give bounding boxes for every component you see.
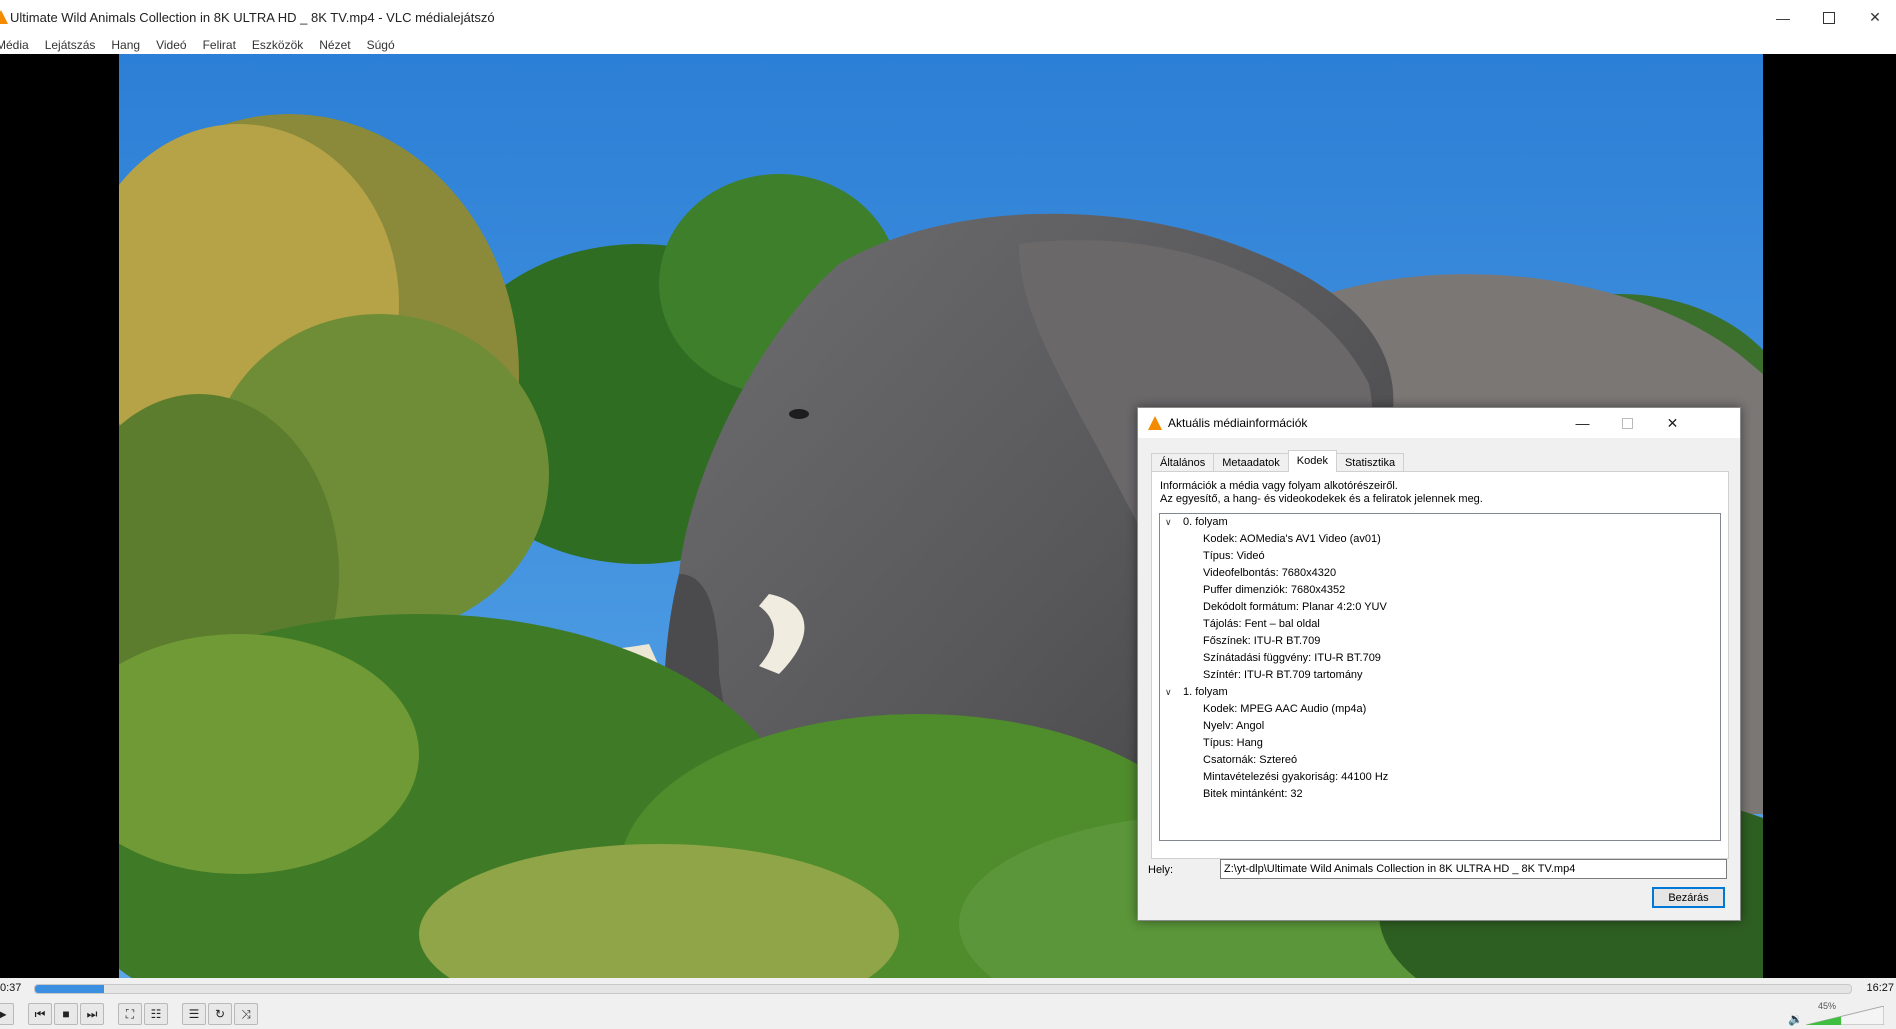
seek-progress-fill	[35, 985, 104, 993]
maximize-icon	[1622, 417, 1633, 429]
menu-playback[interactable]: Lejátszás	[37, 38, 104, 52]
tab-statistics[interactable]: Statisztika	[1335, 453, 1405, 472]
seekbar-row: 0:37 16:27	[0, 978, 1896, 998]
dialog-minimize-button[interactable]: —	[1560, 408, 1605, 438]
tree-item[interactable]: Dekódolt formátum: Planar 4:2:0 YUV	[1160, 599, 1720, 616]
playlist-icon: ☰	[188, 1007, 200, 1021]
tree-item[interactable]: Színátadási függvény: ITU-R BT.709	[1160, 650, 1720, 667]
extended-settings-icon: ☷	[150, 1007, 162, 1021]
menu-help[interactable]: Súgó	[359, 38, 403, 52]
menu-video[interactable]: Videó	[148, 38, 194, 52]
tree-item[interactable]: Színtér: ITU-R BT.709 tartomány	[1160, 667, 1720, 684]
tree-item[interactable]: Típus: Hang	[1160, 735, 1720, 752]
tab-metadata[interactable]: Metaadatok	[1213, 453, 1289, 472]
tab-general[interactable]: Általános	[1151, 453, 1215, 472]
control-bar: ▶ ⏮ ■ ⏭ ⛶ ☷ ☰ ↻ ⤨ 🔉 45%	[0, 998, 1896, 1029]
window-titlebar: Ultimate Wild Animals Collection in 8K U…	[0, 0, 1896, 35]
tree-item[interactable]: Puffer dimenziók: 7680x4352	[1160, 582, 1720, 599]
menu-bar: Média Lejátszás Hang Videó Felirat Eszkö…	[0, 35, 1896, 54]
tree-item[interactable]: Csatornák: Sztereó	[1160, 752, 1720, 769]
stream-0-label: 0. folyam	[1183, 516, 1228, 528]
location-field[interactable]	[1220, 859, 1727, 879]
shuffle-button[interactable]: ⤨	[234, 1003, 258, 1025]
tab-codec[interactable]: Kodek	[1287, 450, 1337, 472]
dialog-title: Aktuális médiainformációk	[1168, 416, 1308, 430]
volume-icon[interactable]: 🔉	[1788, 1012, 1803, 1026]
elapsed-time: 0:37	[0, 982, 22, 994]
maximize-icon	[1823, 11, 1835, 24]
stream-1-header[interactable]: ∨ 1. folyam	[1160, 684, 1720, 701]
dialog-titlebar: Aktuális médiainformációk — ✕	[1138, 408, 1740, 438]
previous-icon: ⏮	[34, 1006, 46, 1021]
fullscreen-icon: ⛶	[125, 1006, 135, 1021]
chevron-down-icon[interactable]: ∨	[1165, 514, 1172, 531]
vlc-logo-icon	[0, 10, 8, 24]
fullscreen-button[interactable]: ⛶	[118, 1003, 142, 1025]
extended-settings-button[interactable]: ☷	[144, 1003, 168, 1025]
stream-1-label: 1. folyam	[1183, 686, 1228, 698]
menu-media[interactable]: Média	[0, 38, 37, 52]
close-icon: ✕	[1666, 414, 1679, 431]
tree-item[interactable]: Típus: Videó	[1160, 548, 1720, 565]
menu-tools[interactable]: Eszközök	[244, 38, 311, 52]
next-button[interactable]: ⏭	[80, 1003, 104, 1025]
menu-subtitle[interactable]: Felirat	[195, 38, 244, 52]
close-button[interactable]: Bezárás	[1652, 887, 1725, 908]
minimize-icon: —	[1776, 9, 1790, 26]
loop-button[interactable]: ↻	[208, 1003, 232, 1025]
close-icon: ✕	[1869, 9, 1881, 25]
dialog-tabs: Általános Metaadatok Kodek Statisztika	[1151, 450, 1405, 472]
close-window-button[interactable]: ✕	[1852, 0, 1896, 35]
play-icon: ▶	[0, 1007, 7, 1021]
location-label: Hely:	[1148, 864, 1174, 876]
tree-item[interactable]: Mintavételezési gyakoriság: 44100 Hz	[1160, 769, 1720, 786]
stop-icon: ■	[62, 1007, 70, 1021]
stream-0-header[interactable]: ∨ 0. folyam	[1160, 514, 1720, 531]
menu-view[interactable]: Nézet	[311, 38, 358, 52]
tree-item[interactable]: Tájolás: Fent – bal oldal	[1160, 616, 1720, 633]
shuffle-icon: ⤨	[241, 1006, 251, 1021]
description-line-2: Az egyesítő, a hang- és videokodekek és …	[1160, 493, 1483, 505]
seek-slider[interactable]	[34, 984, 1852, 994]
tree-item[interactable]: Nyelv: Angol	[1160, 718, 1720, 735]
window-title: Ultimate Wild Animals Collection in 8K U…	[10, 10, 495, 25]
tree-item[interactable]: Kodek: AOMedia's AV1 Video (av01)	[1160, 531, 1720, 548]
tree-item[interactable]: Kodek: MPEG AAC Audio (mp4a)	[1160, 701, 1720, 718]
codec-tab-panel: Információk a média vagy folyam alkotóré…	[1151, 471, 1729, 859]
minimize-button[interactable]: —	[1760, 0, 1806, 35]
volume-slider[interactable]	[1806, 1006, 1884, 1025]
vlc-logo-icon	[1148, 416, 1162, 430]
tree-item[interactable]: Főszínek: ITU-R BT.709	[1160, 633, 1720, 650]
menu-audio[interactable]: Hang	[103, 38, 148, 52]
stop-button[interactable]: ■	[54, 1003, 78, 1025]
play-button[interactable]: ▶	[0, 1003, 14, 1025]
minimize-icon: —	[1575, 415, 1590, 431]
next-icon: ⏭	[86, 1006, 98, 1021]
media-info-dialog: Aktuális médiainformációk — ✕ Általános …	[1137, 407, 1741, 921]
tree-item[interactable]: Videofelbontás: 7680x4320	[1160, 565, 1720, 582]
dialog-maximize-button[interactable]	[1605, 408, 1650, 438]
loop-icon: ↻	[214, 1007, 226, 1021]
codec-tree[interactable]: ∨ 0. folyam Kodek: AOMedia's AV1 Video (…	[1159, 513, 1721, 841]
tree-item[interactable]: Bitek mintánként: 32	[1160, 786, 1720, 803]
dialog-close-button[interactable]: ✕	[1650, 408, 1695, 438]
description-line-1: Információk a média vagy folyam alkotóré…	[1160, 480, 1398, 492]
total-time: 16:27	[1866, 982, 1894, 994]
previous-button[interactable]: ⏮	[28, 1003, 52, 1025]
codec-description: Információk a média vagy folyam alkotóré…	[1160, 480, 1483, 506]
chevron-down-icon[interactable]: ∨	[1165, 684, 1172, 701]
playlist-button[interactable]: ☰	[182, 1003, 206, 1025]
maximize-button[interactable]	[1806, 0, 1852, 35]
